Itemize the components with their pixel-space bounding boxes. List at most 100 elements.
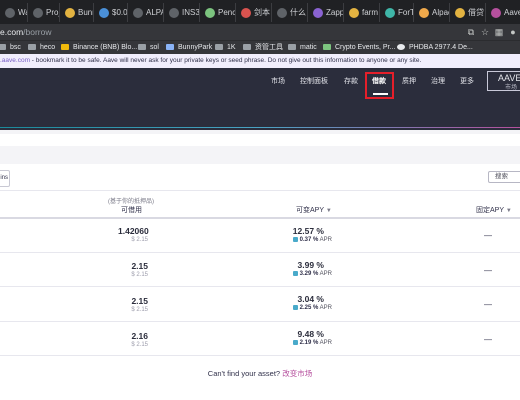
bookmark-item[interactable]: matic bbox=[288, 41, 317, 55]
bookmark-item[interactable]: 1K bbox=[215, 41, 236, 55]
nav-markets[interactable]: 市场 bbox=[271, 77, 285, 87]
github-icon bbox=[397, 44, 405, 51]
tab-label: Waul bbox=[18, 8, 27, 17]
bookmark-item[interactable]: PHDBA 2977.4 De... bbox=[397, 41, 473, 55]
url-text[interactable]: e.com/borrow bbox=[0, 25, 52, 39]
incentive-apr: 3.29 % APR bbox=[272, 271, 332, 277]
tab-label: Zapp bbox=[326, 8, 344, 17]
bookmark-item[interactable]: bsc bbox=[0, 41, 21, 55]
url-path: /borrow bbox=[23, 27, 52, 37]
folder-icon bbox=[215, 44, 223, 51]
tab-label: Bunn bbox=[78, 8, 93, 17]
info-panel bbox=[0, 134, 520, 146]
bookmark-label: BunnyPark bbox=[178, 44, 213, 51]
browser-tab[interactable]: INS3 bbox=[164, 3, 200, 22]
column-header-available[interactable]: 可借用 bbox=[121, 205, 142, 215]
bookmark-item[interactable]: 资管工具 bbox=[243, 41, 283, 55]
incentive-token-icon bbox=[292, 340, 298, 345]
site-favicon-icon bbox=[277, 8, 287, 18]
browser-tab[interactable]: 借贷 bbox=[450, 3, 486, 22]
incentive-value: 2.19 % bbox=[299, 340, 319, 347]
folder-icon bbox=[288, 44, 296, 51]
column-header-variable-apy[interactable]: 可变APY ▼ bbox=[296, 205, 332, 215]
tab-label: 借贷 bbox=[468, 8, 484, 17]
bookmark-item[interactable]: sol bbox=[138, 41, 159, 55]
stable-apy: — bbox=[484, 335, 492, 344]
browser-tab[interactable]: $0.0 bbox=[94, 3, 128, 22]
binance-icon bbox=[61, 44, 69, 51]
column-header-label: 可变APY bbox=[296, 207, 324, 214]
market-selector-label: 市场 bbox=[505, 85, 518, 91]
site-favicon-icon bbox=[65, 8, 75, 18]
address-bar[interactable]: e.com/borrow ⧉ ☆ ▦ ● bbox=[0, 24, 520, 40]
incentive-token-icon bbox=[292, 237, 298, 242]
browser-tab[interactable]: Penc bbox=[200, 3, 236, 22]
tab-label: farm bbox=[362, 8, 378, 17]
tab-label: ForTu bbox=[398, 8, 413, 17]
bookmark-item[interactable]: BunnyPark bbox=[166, 41, 212, 55]
nav-more[interactable]: 更多 bbox=[460, 77, 474, 87]
available-usd: $ 2.15 bbox=[131, 342, 148, 348]
available-amount: 1.42060 bbox=[118, 226, 149, 236]
browser-tab[interactable]: ALPA bbox=[128, 3, 164, 22]
browser-tab[interactable]: Zapp bbox=[308, 3, 344, 22]
incentive-unit: APR bbox=[319, 237, 332, 244]
nav-dashboard[interactable]: 控制面板 bbox=[300, 77, 328, 87]
browser-tab[interactable]: Aave bbox=[486, 3, 520, 22]
copy-icon[interactable]: ⧉ bbox=[466, 26, 476, 38]
extension-puzzle-icon[interactable]: ● bbox=[508, 26, 518, 38]
browser-tab[interactable]: 什么 bbox=[272, 3, 308, 22]
site-favicon-icon bbox=[99, 8, 109, 18]
bookmark-label: 1K bbox=[227, 44, 236, 51]
incentive-apr: 0.37 % APR bbox=[272, 237, 332, 243]
bookmark-item[interactable]: Crypto Events, Pr... bbox=[323, 41, 395, 55]
incentive-token-icon bbox=[292, 271, 298, 276]
site-favicon-icon bbox=[419, 8, 429, 18]
table-row[interactable]: 2.16 $ 2.15 9.48 % 2.19 % APR — bbox=[0, 323, 520, 365]
available-amount: 2.15 bbox=[131, 296, 148, 306]
nav-governance[interactable]: 治理 bbox=[431, 77, 445, 87]
browser-tab[interactable]: ForTu bbox=[380, 3, 414, 22]
site-favicon-icon bbox=[349, 8, 359, 18]
filter-toggle-button[interactable]: ins bbox=[0, 170, 10, 187]
bookmark-item[interactable]: heco bbox=[28, 41, 55, 55]
bookmark-label: PHDBA 2977.4 De... bbox=[409, 44, 473, 51]
nav-deposit[interactable]: 存款 bbox=[344, 77, 358, 87]
site-favicon-icon bbox=[133, 8, 143, 18]
bookmark-label: heco bbox=[40, 44, 56, 51]
folder-icon bbox=[243, 44, 251, 51]
browser-tab[interactable]: Proje bbox=[28, 3, 60, 22]
incentive-apr: 2.19 % APR bbox=[272, 340, 332, 346]
browser-tab[interactable]: 剑本 bbox=[236, 3, 272, 22]
tab-label: Alpac bbox=[432, 8, 449, 17]
browser-tab[interactable]: Waul bbox=[0, 3, 28, 22]
site-favicon-icon bbox=[385, 8, 395, 18]
browser-tab[interactable]: Bunn bbox=[60, 3, 94, 22]
site-favicon-icon bbox=[33, 8, 43, 18]
browser-tab[interactable]: farm bbox=[344, 3, 380, 22]
site-favicon-icon bbox=[241, 8, 251, 18]
folder-icon bbox=[138, 44, 146, 51]
site-favicon-icon bbox=[205, 8, 215, 18]
site-favicon-icon bbox=[5, 8, 15, 18]
security-notice: .aave.com - bookmark it to be safe. Aave… bbox=[0, 54, 520, 68]
browser-tab-strip: Waul Proje Bunn $0.0 ALPA INS3 Penc 剑本 什… bbox=[0, 0, 520, 24]
bookmark-star-icon[interactable]: ☆ bbox=[480, 26, 490, 38]
search-input[interactable]: 搜索 bbox=[488, 171, 520, 183]
folder-icon bbox=[28, 44, 36, 51]
sort-caret-icon: ▼ bbox=[505, 208, 512, 214]
browser-tab[interactable]: Alpac bbox=[414, 3, 450, 22]
nav-stake[interactable]: 质押 bbox=[402, 77, 416, 87]
url-domain: e.com bbox=[0, 27, 24, 37]
column-header-label: 固定APY bbox=[476, 207, 504, 214]
annotation-highlight-box bbox=[365, 72, 394, 99]
row-divider bbox=[0, 252, 520, 253]
bookmark-item[interactable]: Binance (BNB) Blo... bbox=[61, 41, 137, 55]
notice-domain-link[interactable]: .aave.com bbox=[0, 57, 30, 64]
column-header-stable-apy[interactable]: 固定APY ▼ bbox=[476, 205, 512, 215]
available-usd: $ 2.15 bbox=[131, 272, 148, 278]
extensions-icon[interactable]: ▦ bbox=[494, 26, 504, 38]
tab-label: $0.0 bbox=[112, 8, 128, 17]
bunnypark-icon bbox=[166, 44, 174, 51]
change-market-link[interactable]: 改变市场 bbox=[282, 369, 312, 378]
